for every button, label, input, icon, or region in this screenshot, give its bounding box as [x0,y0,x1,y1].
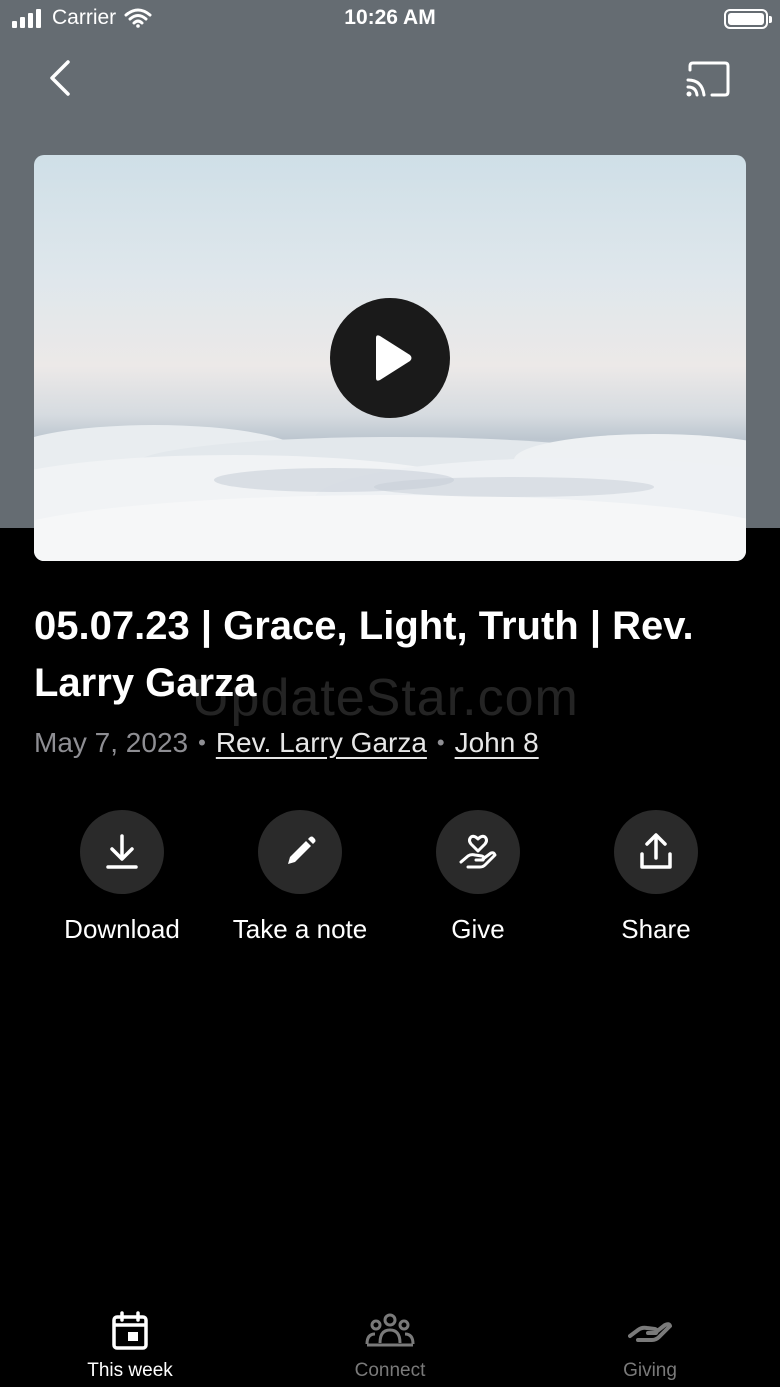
download-label: Download [64,914,180,944]
share-icon [640,833,672,869]
give-button[interactable] [436,810,520,894]
tab-bar: This week Connect Giving [0,1300,780,1387]
give-action[interactable]: Give [388,810,568,945]
share-action[interactable]: Share [566,810,746,945]
sermon-date: May 7, 2023 [34,727,189,758]
share-label: Share [621,914,691,944]
back-button[interactable] [40,56,84,100]
status-bar: Carrier 10:26 AM [0,0,780,40]
take-note-action[interactable]: Take a note [210,810,390,945]
play-button[interactable] [330,298,450,418]
giving-hand-icon [628,1322,672,1342]
take-note-button[interactable] [258,810,342,894]
cast-icon [686,61,730,97]
tab-this-week-label: This week [87,1360,173,1381]
download-action[interactable]: Download [32,810,212,945]
share-button[interactable] [614,810,698,894]
download-button[interactable] [80,810,164,894]
tab-connect-label: Connect [354,1360,426,1381]
battery-icon [724,9,772,29]
tab-giving-label: Giving [623,1360,677,1381]
video-thumbnail[interactable] [34,155,746,561]
speaker-link[interactable]: Rev. Larry Garza [216,727,427,759]
status-time: 10:26 AM [344,6,436,29]
chevron-left-icon [50,60,70,96]
download-icon [106,834,138,869]
pencil-icon [288,836,316,864]
tab-this-week[interactable]: This week [40,1300,220,1382]
take-note-label: Take a note [232,914,368,944]
tab-connect[interactable]: Connect [300,1300,480,1382]
give-label: Give [451,914,505,944]
action-row: Download Take a note Give Share [34,810,746,960]
people-icon [365,1313,415,1347]
heart-hand-icon [459,834,497,869]
sermon-meta: May 7, 2023 • Rev. Larry Garza • John 8 [34,727,539,759]
separator-dot: • [198,730,206,755]
tab-giving[interactable]: Giving [560,1300,740,1382]
scripture-link[interactable]: John 8 [455,727,539,759]
separator-dot: • [436,730,445,755]
play-icon [376,335,412,381]
calendar-icon [112,1311,148,1350]
watermark: UpdateStar.com [192,669,579,727]
cast-button[interactable] [684,58,732,102]
